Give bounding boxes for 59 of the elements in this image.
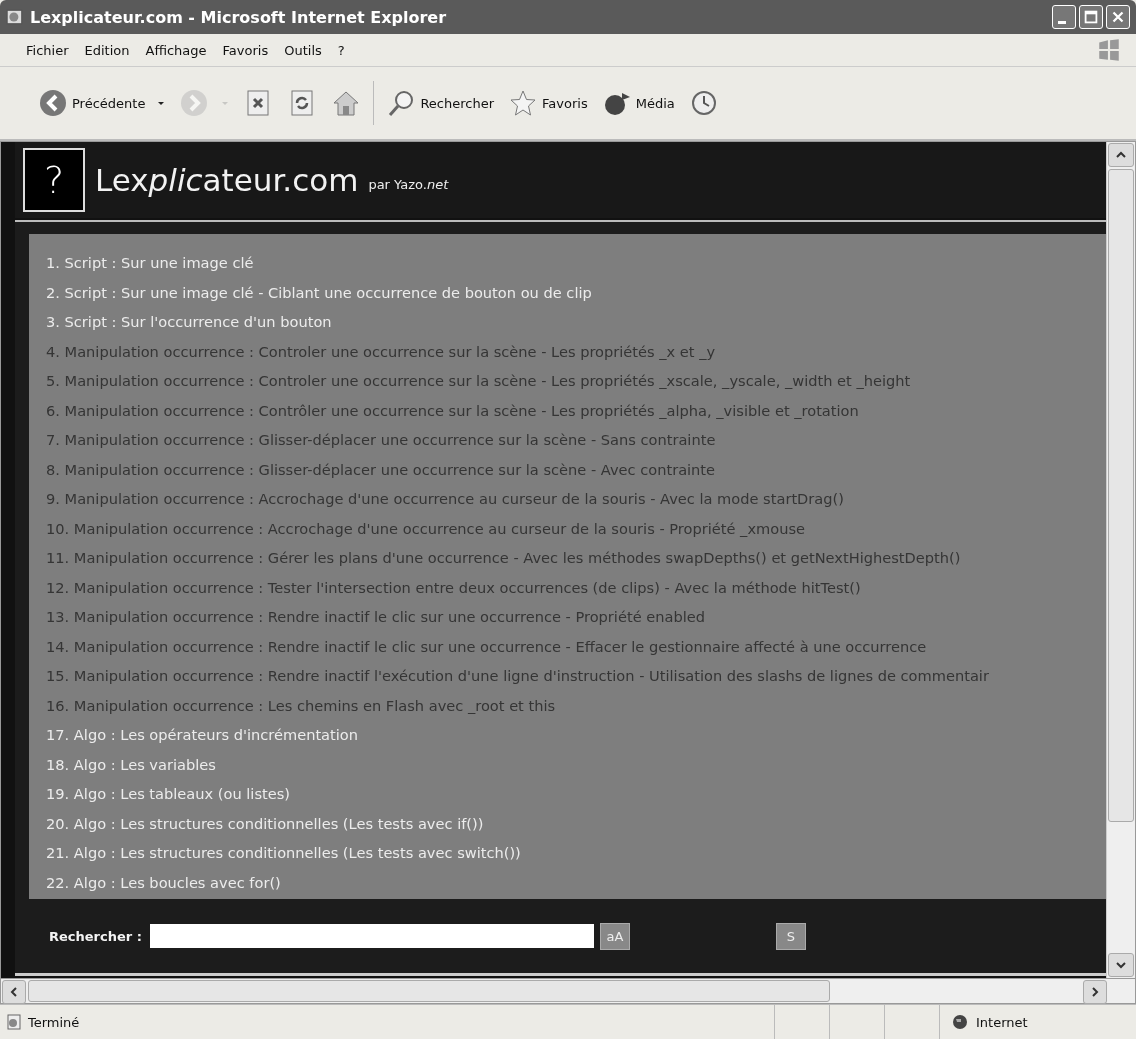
tutorial-link[interactable]: 11. Manipulation occurrence : Gérer les plans d'une occurrence - Avec les méthodes swapDepths() et getNextHighestDepth() — [46, 543, 1106, 573]
menu-item[interactable]: Favoris — [214, 40, 277, 60]
maximize-button[interactable] — [1079, 5, 1103, 29]
menu-item[interactable]: Outils — [276, 40, 330, 60]
page-icon — [6, 1014, 22, 1030]
back-button[interactable]: Précédente — [34, 85, 170, 121]
maximize-icon — [1082, 8, 1100, 26]
search-button[interactable]: Rechercher — [382, 85, 499, 121]
search-label: Rechercher : — [49, 928, 142, 944]
tutorial-link[interactable]: 10. Manipulation occurrence : Accrochage d'une occurrence au curseur de la souris - Propriété _xmouse — [46, 513, 1106, 543]
tutorial-link[interactable]: 19. Algo : Les tableaux (ou listes) — [46, 779, 1106, 809]
site-name[interactable]: Lexplicateur.com — [95, 162, 359, 198]
tutorial-link[interactable]: 1. Script : Sur une image clé — [46, 248, 1106, 278]
scroll-down-icon[interactable] — [1116, 960, 1126, 970]
tutorial-link[interactable]: 7. Manipulation occurrence : Glisser-déplacer une occurrence sur la scène - Sans contrainte — [46, 425, 1106, 455]
tutorial-link[interactable]: 3. Script : Sur l'occurrence d'un bouton — [46, 307, 1106, 337]
globe-icon — [952, 1014, 968, 1030]
site-byline: par Yazo.net — [368, 176, 449, 192]
tutorial-link[interactable]: 21. Algo : Les structures conditionnelles (Les tests avec switch()) — [46, 838, 1106, 868]
favorites-button[interactable]: Favoris — [504, 85, 592, 121]
tutorial-link[interactable]: 15. Manipulation occurrence : Rendre inactif l'exécution d'une ligne d'instruction - Utilisation des slashs de lignes de commentair — [46, 661, 1106, 691]
menu-item[interactable]: Edition — [76, 40, 138, 60]
caret-icon — [157, 99, 166, 107]
tutorial-link[interactable]: 16. Manipulation occurrence : Les chemins en Flash avec _root et this — [46, 690, 1106, 720]
menu-item[interactable]: Fichier — [18, 40, 77, 60]
tutorial-link[interactable]: 22. Algo : Les boucles avec for() — [46, 867, 1106, 897]
tutorial-link[interactable]: 2. Script : Sur une image clé - Ciblant une occurrence de bouton ou de clip — [46, 277, 1106, 307]
minimize-button[interactable] — [1052, 5, 1076, 29]
security-zone: Internet — [976, 1014, 1028, 1030]
media-button[interactable]: Média — [597, 85, 679, 121]
case-button[interactable]: aA — [599, 922, 630, 950]
close-button[interactable] — [1106, 5, 1130, 29]
tutorial-link[interactable]: 9. Manipulation occurrence : Accrochage d'une occurrence au curseur de la souris - Avec la mode startDrag() — [46, 484, 1106, 514]
page-icon — [6, 8, 24, 26]
vertical-scrollbar[interactable] — [1106, 142, 1135, 978]
horizontal-scrollbar[interactable] — [0, 979, 1136, 1004]
caret-icon — [221, 99, 230, 107]
tutorial-link[interactable]: 14. Manipulation occurrence : Rendre inactif le clic sur une occurrence - Effacer le gestionnaire affecté à une occurrence — [46, 631, 1106, 661]
submit-button[interactable]: S — [775, 922, 806, 950]
tutorial-link[interactable]: 6. Manipulation occurrence : Contrôler une occurrence sur la scène - Les propriétés _alpha, _visible et _rotation — [46, 395, 1106, 425]
tutorial-link[interactable]: 8. Manipulation occurrence : Glisser-déplacer une occurrence sur la scène - Avec contrainte — [46, 454, 1106, 484]
logo-mark: ? — [23, 148, 85, 212]
minimize-icon — [1058, 20, 1066, 24]
menu-item[interactable]: Affichage — [137, 40, 215, 60]
tutorial-link[interactable]: 12. Manipulation occurrence : Tester l'intersection entre deux occurrences (de clips) - Avec la méthode hitTest() — [46, 572, 1106, 602]
tutorial-link[interactable]: 18. Algo : Les variables — [46, 749, 1106, 779]
menu-item[interactable]: ? — [329, 40, 353, 60]
scroll-left-icon[interactable] — [9, 987, 19, 997]
tutorial-link[interactable]: 20. Algo : Les structures conditionnelles (Les tests avec if()) — [46, 808, 1106, 838]
search-field[interactable] — [149, 924, 594, 949]
scroll-up-icon[interactable] — [1116, 150, 1126, 160]
tutorial-link[interactable]: 13. Manipulation occurrence : Rendre inactif le clic sur une occurrence - Propriété enabled — [46, 602, 1106, 632]
scroll-right-icon[interactable] — [1090, 987, 1100, 997]
tutorial-link[interactable]: 5. Manipulation occurrence : Controler une occurrence sur la scène - Les propriétés _xscale, _yscale, _width et _height — [46, 366, 1106, 396]
tutorial-link[interactable]: 17. Algo : Les opérateurs d'incrémentation — [46, 720, 1106, 750]
windows-logo-icon — [1096, 37, 1122, 63]
window-title: Lexplicateur.com - Microsoft Internet Explorer — [30, 7, 448, 27]
tutorial-link[interactable]: 4. Manipulation occurrence : Controler une occurrence sur la scène - Les propriétés _x et _y — [46, 336, 1106, 366]
status-text: Terminé — [28, 1014, 81, 1030]
